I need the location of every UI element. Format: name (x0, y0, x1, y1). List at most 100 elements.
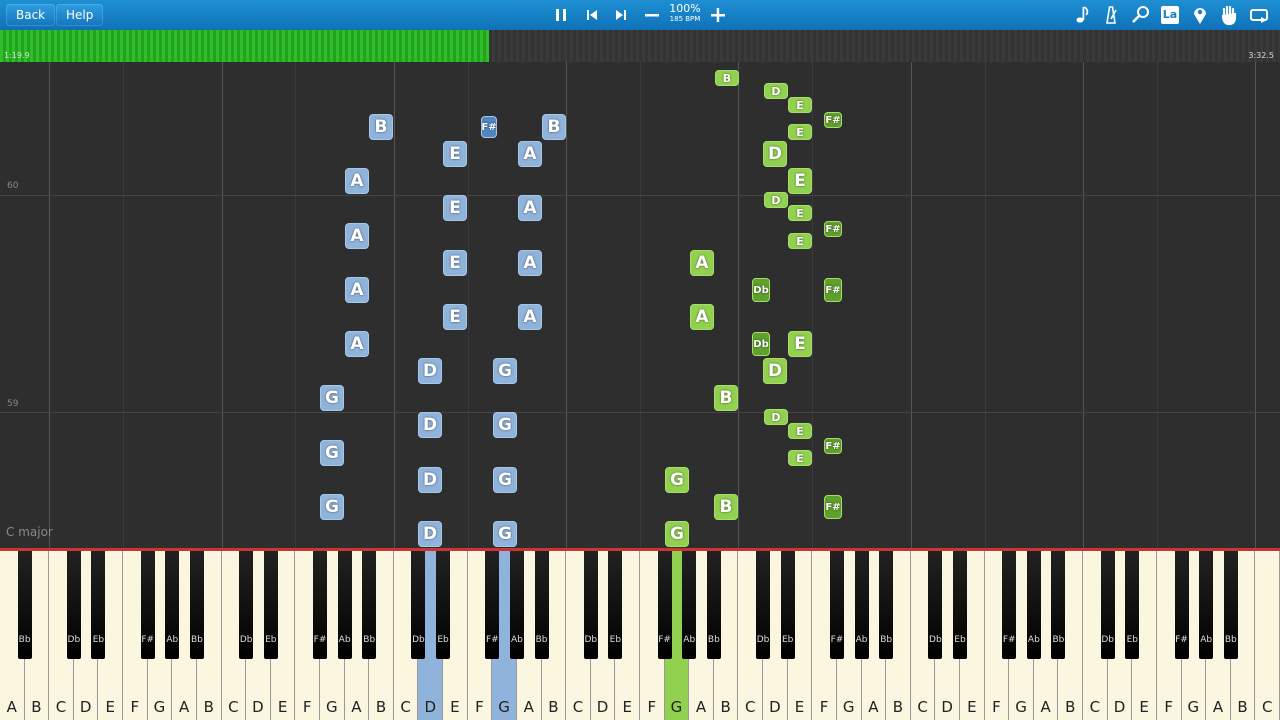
falling-note: E (443, 195, 467, 221)
falling-note: D (763, 358, 787, 384)
lane-line (1255, 62, 1256, 548)
black-key-label: Bb (880, 635, 893, 645)
black-key[interactable]: Bb (362, 551, 377, 659)
black-key-label: Ab (1200, 635, 1213, 645)
piano-keyboard[interactable]: ABCDEFGABCDEFGABCDEFGABCDEFGABCDEFGABCDE… (0, 548, 1280, 720)
white-key-label: B (375, 698, 387, 716)
black-key[interactable]: F# (485, 551, 500, 659)
white-key-label: A (695, 698, 707, 716)
zoom-icon[interactable] (1130, 4, 1152, 26)
black-key[interactable]: Eb (436, 551, 451, 659)
black-key[interactable]: Bb (1223, 551, 1238, 659)
white-key-label: B (548, 698, 559, 716)
black-key[interactable]: F# (657, 551, 672, 659)
falling-note: F# (824, 112, 842, 128)
black-key[interactable]: F# (140, 551, 155, 659)
white-key-label: F (647, 698, 657, 716)
black-key[interactable]: Bb (17, 551, 32, 659)
lane-line (738, 62, 739, 548)
black-key[interactable]: Bb (189, 551, 204, 659)
black-key-label: Db (929, 635, 942, 645)
black-key-label: Bb (363, 635, 376, 645)
black-key-label: Eb (1126, 635, 1138, 645)
black-key[interactable]: Bb (879, 551, 894, 659)
help-label: Help (66, 8, 94, 22)
lane-line (49, 62, 50, 548)
black-key[interactable]: F# (1002, 551, 1017, 659)
black-key[interactable]: Bb (706, 551, 721, 659)
white-key-label: E (967, 698, 977, 716)
black-key-label: Db (584, 635, 598, 645)
black-key[interactable]: Ab (854, 551, 869, 659)
black-key[interactable]: Bb (534, 551, 549, 659)
black-key[interactable]: Eb (263, 551, 278, 659)
white-key-label: D (941, 698, 953, 716)
minus-icon[interactable] (641, 4, 663, 26)
hand-icon[interactable] (1218, 4, 1240, 26)
black-key[interactable]: Bb (1051, 551, 1066, 659)
falling-note: G (665, 521, 689, 547)
falling-note: G (493, 467, 517, 493)
skip-forward-icon[interactable] (610, 4, 632, 26)
black-key[interactable]: Ab (682, 551, 697, 659)
black-key[interactable]: Eb (608, 551, 623, 659)
falling-note: B (369, 114, 393, 140)
falling-note: E (443, 141, 467, 167)
white-key-label: E (450, 698, 460, 716)
black-key[interactable]: F# (829, 551, 844, 659)
black-key[interactable]: Db (66, 551, 81, 659)
help-button[interactable]: Help (56, 4, 104, 26)
skip-back-icon[interactable] (581, 4, 603, 26)
label-icon[interactable]: La (1159, 4, 1181, 26)
black-key[interactable]: Eb (953, 551, 967, 659)
black-key[interactable]: Ab (337, 551, 352, 659)
progress-fill (0, 30, 489, 62)
lane-line (123, 62, 124, 548)
black-key[interactable]: Db (1100, 551, 1115, 659)
white-key-label: F (819, 698, 829, 716)
black-key[interactable]: Ab (509, 551, 524, 659)
black-key[interactable]: Eb (91, 551, 106, 659)
falling-note: G (493, 358, 517, 384)
white-key-label: B (720, 698, 731, 716)
metronome-icon[interactable] (1100, 4, 1122, 26)
falling-note: A (345, 331, 369, 357)
black-key-label: F# (658, 635, 671, 645)
falling-note: G (493, 412, 517, 438)
falling-note: F# (824, 495, 842, 519)
white-key-label: B (1237, 698, 1248, 716)
white-key-label: C (745, 698, 756, 716)
marker-icon[interactable] (1189, 4, 1211, 26)
pause-icon[interactable] (550, 4, 572, 26)
black-key[interactable]: Ab (1026, 551, 1041, 659)
tempo-percent: 100% (669, 2, 701, 15)
black-key[interactable]: F# (1174, 551, 1189, 659)
key-signature-label: C major (6, 525, 53, 539)
black-key-label: Eb (265, 635, 277, 645)
black-key[interactable]: Db (928, 551, 943, 659)
falling-note: F# (824, 221, 842, 237)
song-progress-bar[interactable]: 1:19.9 3:32.5 (0, 30, 1280, 62)
black-key[interactable]: Db (583, 551, 598, 659)
white-key-label: E (105, 698, 115, 716)
black-key-label: Ab (510, 635, 523, 645)
white-key-label: A (868, 698, 879, 716)
plus-icon[interactable] (707, 4, 729, 26)
black-key-label: Db (67, 635, 81, 645)
black-key[interactable]: Ab (165, 551, 180, 659)
black-key[interactable]: Ab (1199, 551, 1214, 659)
black-key[interactable]: Eb (780, 551, 795, 659)
black-key[interactable]: Db (411, 551, 426, 659)
black-key[interactable]: F# (313, 551, 327, 659)
falling-note: A (518, 195, 542, 221)
loop-icon[interactable] (1248, 4, 1270, 26)
note-icon[interactable] (1071, 4, 1093, 26)
black-key[interactable]: Eb (1125, 551, 1140, 659)
white-key-label: E (277, 698, 288, 716)
black-key[interactable]: Db (239, 551, 254, 659)
synthesia-app: Back Help 100% 185 BPM La 1:19.9 3:32.5 … (0, 0, 1280, 720)
back-button[interactable]: Back (6, 4, 56, 26)
falling-note: D (418, 467, 442, 493)
white-key[interactable]: C (1255, 551, 1280, 720)
black-key[interactable]: Db (756, 551, 771, 659)
